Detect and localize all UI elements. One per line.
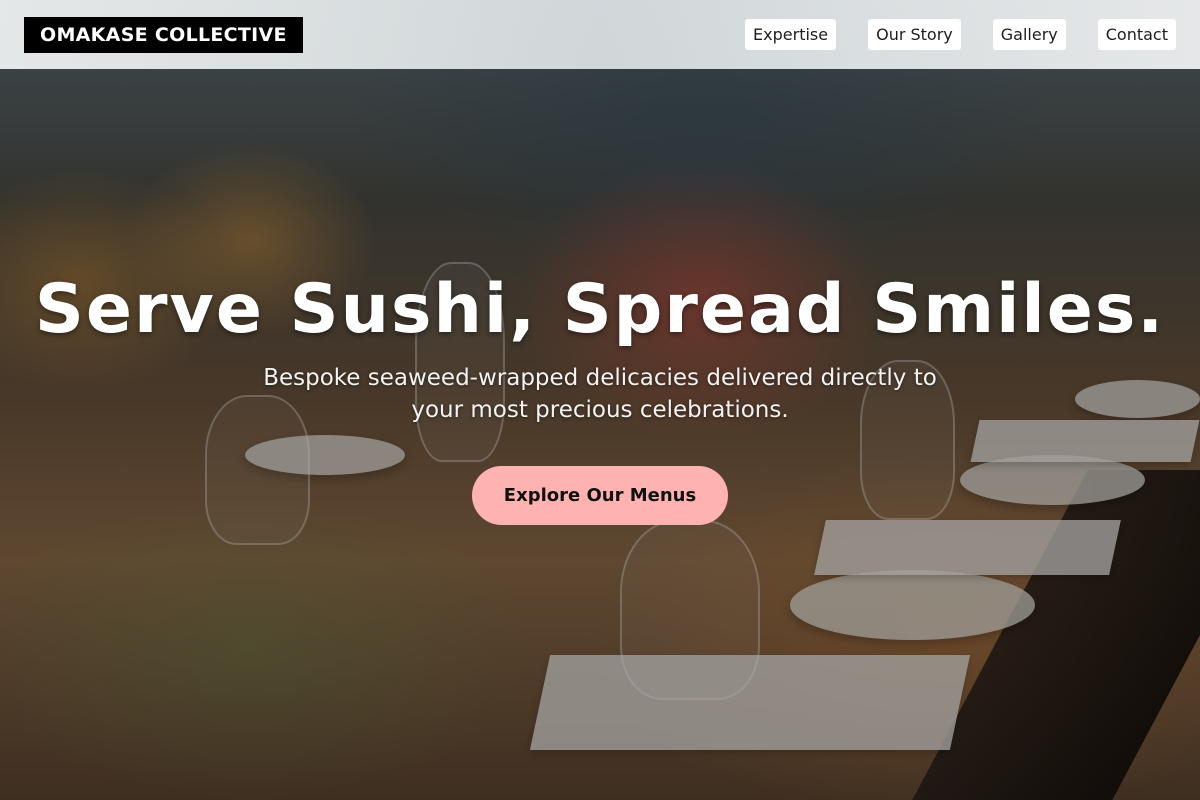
nav-link-gallery[interactable]: Gallery	[992, 19, 1066, 50]
explore-menus-button[interactable]: Explore Our Menus	[471, 466, 729, 525]
nav-link-our-story[interactable]: Our Story	[868, 19, 961, 50]
site-header: OMAKASE COLLECTIVE Expertise Our Story G…	[0, 0, 1200, 69]
hero-subtext: Bespoke seaweed-wrapped delicacies deliv…	[263, 365, 937, 423]
nav-link-contact[interactable]: Contact	[1097, 19, 1176, 50]
hero-headline: Serve Sushi, Spread Smiles.	[34, 270, 1166, 349]
site-logo[interactable]: OMAKASE COLLECTIVE	[24, 16, 303, 53]
hero-content: Serve Sushi, Spread Smiles. Bespoke seaw…	[0, 270, 1200, 525]
nav-link-expertise[interactable]: Expertise	[745, 19, 837, 50]
main-nav: Expertise Our Story Gallery Contact	[745, 19, 1176, 50]
